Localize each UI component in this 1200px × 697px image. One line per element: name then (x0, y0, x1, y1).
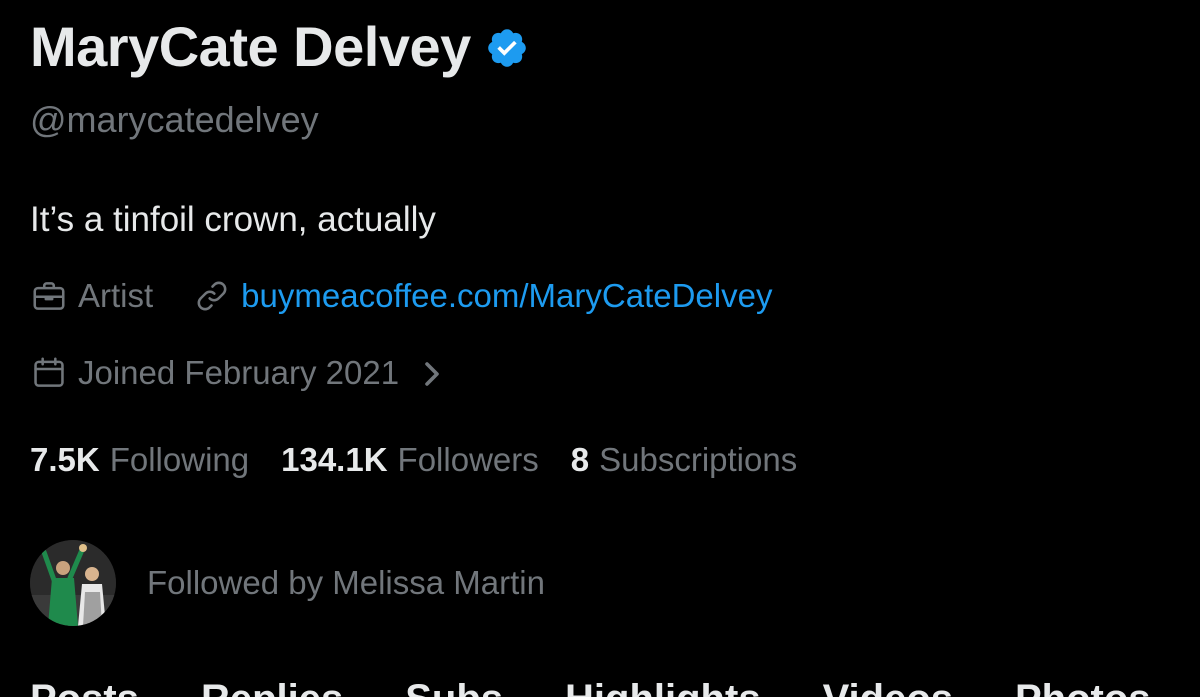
joined-row[interactable]: Joined February 2021 (30, 353, 445, 393)
tab-highlights[interactable]: Highlights (565, 676, 761, 697)
tab-subs[interactable]: Subs (405, 676, 503, 697)
link-icon (193, 277, 231, 315)
display-name: MaryCate Delvey (30, 15, 471, 78)
profile-stats: 7.5K Following 134.1K Followers 8 Subscr… (30, 440, 797, 480)
category-label: Artist (78, 277, 154, 314)
briefcase-icon (30, 277, 68, 315)
profile-handle: @marycatedelvey (30, 99, 319, 140)
tab-replies[interactable]: Replies (201, 676, 343, 697)
category-item: Artist (30, 276, 153, 316)
followed-by-row[interactable]: Followed by Melissa Martin (30, 540, 545, 626)
profile-meta-row: Artist buymeacoffee.com/MaryCateDelvey (30, 276, 772, 316)
followers-label: Followers (397, 441, 539, 478)
calendar-icon (30, 354, 68, 392)
followers-stat[interactable]: 134.1K Followers (281, 440, 539, 480)
website-link[interactable]: buymeacoffee.com/MaryCateDelvey (241, 276, 772, 316)
following-count: 7.5K (30, 441, 100, 478)
tab-photos[interactable]: Photos (1015, 676, 1151, 697)
subscriptions-count: 8 (570, 441, 590, 478)
chevron-right-icon[interactable] (419, 358, 445, 388)
following-stat[interactable]: 7.5K Following (30, 440, 249, 480)
avatar[interactable] (30, 540, 116, 626)
subscriptions-stat[interactable]: 8 Subscriptions (571, 440, 797, 480)
following-label: Following (109, 441, 250, 478)
tab-videos[interactable]: Videos (823, 676, 953, 697)
profile-tabs: Posts Replies Subs Highlights Videos Pho… (30, 676, 1200, 697)
verified-badge-icon[interactable] (485, 26, 529, 70)
joined-date: Joined February 2021 (78, 354, 400, 391)
tab-posts[interactable]: Posts (30, 676, 139, 697)
profile-bio: It’s a tinfoil crown, actually (30, 200, 436, 239)
followed-by-text: Followed by Melissa Martin (147, 564, 545, 601)
subscriptions-label: Subscriptions (599, 441, 798, 478)
profile-header: MaryCate Delvey @marycatedelvey It’s a t… (30, 0, 1170, 697)
website-item[interactable]: buymeacoffee.com/MaryCateDelvey (193, 276, 772, 316)
joined-item[interactable]: Joined February 2021 (30, 353, 445, 393)
name-row: MaryCate Delvey (30, 14, 529, 80)
followers-count: 134.1K (281, 441, 388, 478)
